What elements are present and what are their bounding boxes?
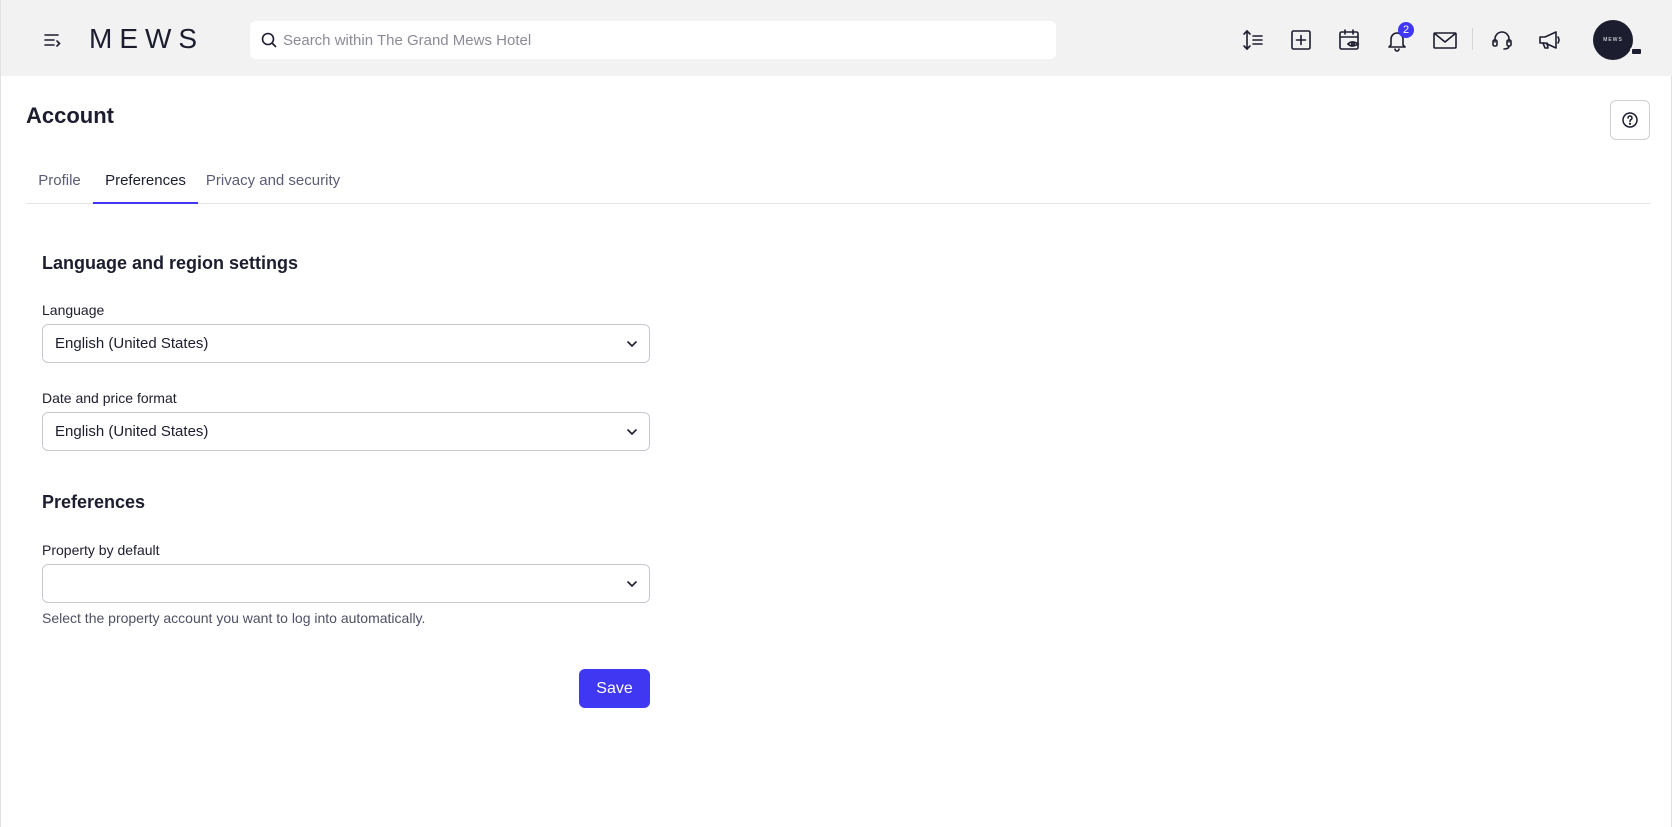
property-default-helper-text: Select the property account you want to … xyxy=(42,610,426,626)
add-square-icon[interactable] xyxy=(1287,26,1315,54)
user-avatar[interactable]: MEWS xyxy=(1593,20,1633,60)
help-icon xyxy=(1622,112,1638,128)
property-default-label: Property by default xyxy=(42,542,160,558)
page-title: Account xyxy=(26,103,114,128)
preferences-section-title: Preferences xyxy=(42,492,146,512)
mews-logo[interactable]: MEWS xyxy=(89,25,204,53)
language-select[interactable]: English (United States) xyxy=(42,324,650,363)
search-input[interactable] xyxy=(283,21,1043,59)
chevron-down-icon xyxy=(627,341,637,347)
date-price-format-value: English (United States) xyxy=(55,423,209,440)
language-section-title: Language and region settings xyxy=(42,253,299,273)
save-button[interactable]: Save xyxy=(579,669,650,708)
menu-collapse-icon[interactable] xyxy=(41,28,65,52)
date-price-format-label: Date and price format xyxy=(42,390,177,406)
chevron-down-icon xyxy=(627,581,637,587)
help-button[interactable] xyxy=(1610,100,1650,140)
date-price-format-select[interactable]: English (United States) xyxy=(42,412,650,451)
tab-profile[interactable]: Profile xyxy=(26,160,93,204)
property-default-select[interactable] xyxy=(42,564,650,603)
tab-privacy-and-security[interactable]: Privacy and security xyxy=(198,160,348,204)
megaphone-icon[interactable] xyxy=(1536,26,1564,54)
calendar-eye-icon[interactable] xyxy=(1335,26,1363,54)
mail-icon[interactable] xyxy=(1431,26,1459,54)
search-icon xyxy=(261,32,277,48)
language-label: Language xyxy=(42,302,105,318)
headset-icon[interactable] xyxy=(1488,26,1516,54)
notification-badge: 2 xyxy=(1398,22,1414,38)
account-tabs: Profile Preferences Privacy and security xyxy=(26,160,1650,204)
app-window: MEWS Search within The Grand Mews Hotel … xyxy=(0,0,1672,827)
language-value: English (United States) xyxy=(55,335,209,352)
tab-preferences[interactable]: Preferences xyxy=(93,160,198,204)
toolbar-divider xyxy=(1472,28,1473,50)
chevron-down-icon xyxy=(627,429,637,435)
sort-lines-icon[interactable] xyxy=(1239,26,1267,54)
top-bar: MEWS Search within The Grand Mews Hotel … xyxy=(1,0,1672,76)
search-bar[interactable] xyxy=(250,21,1056,59)
avatar-status-indicator xyxy=(1630,47,1643,56)
